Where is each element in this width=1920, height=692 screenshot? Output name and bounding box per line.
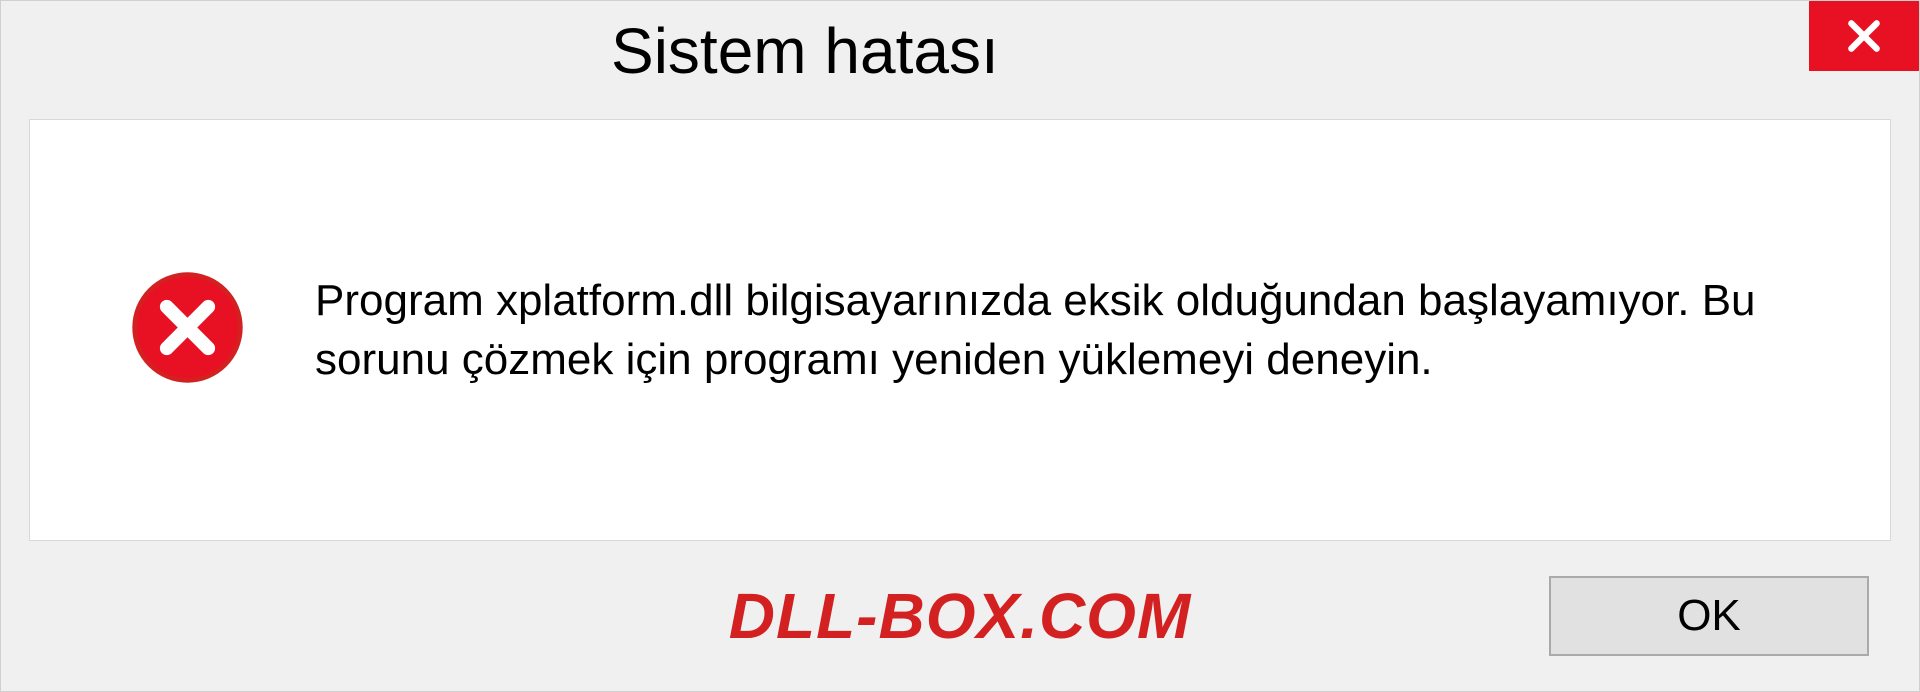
titlebar: Sistem hatası <box>1 1 1919 101</box>
dialog-title: Sistem hatası <box>611 14 999 88</box>
dialog-footer: DLL-BOX.COM OK <box>1 541 1919 691</box>
close-button[interactable] <box>1809 1 1919 71</box>
watermark-text: DLL-BOX.COM <box>729 579 1192 653</box>
close-icon <box>1845 17 1883 55</box>
error-icon <box>130 270 245 390</box>
content-area: Program xplatform.dll bilgisayarınızda e… <box>29 119 1891 541</box>
error-message: Program xplatform.dll bilgisayarınızda e… <box>315 271 1830 390</box>
ok-button[interactable]: OK <box>1549 576 1869 656</box>
error-dialog: Sistem hatası Program xplatform.dll bilg… <box>0 0 1920 692</box>
